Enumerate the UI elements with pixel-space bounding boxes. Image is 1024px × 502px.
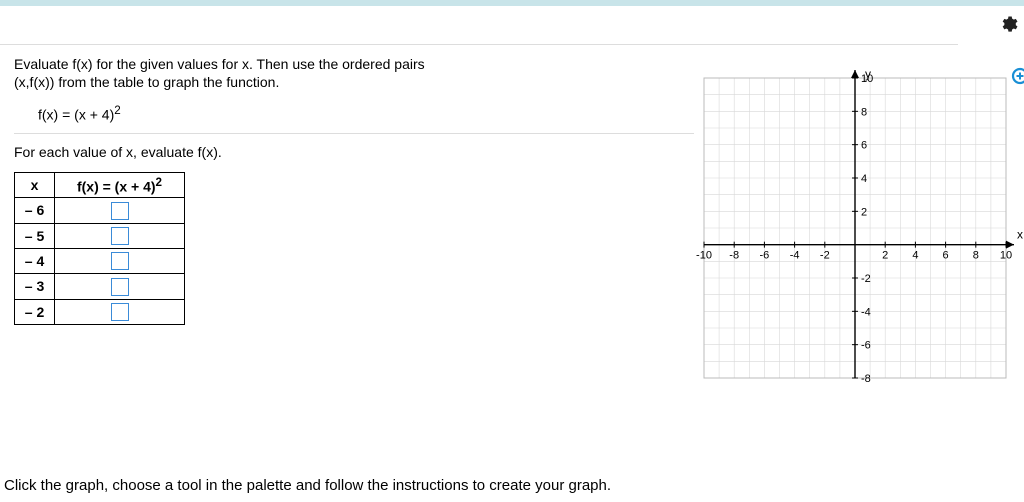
prompt-line-2: (x,f(x)) from the table to graph the fun…	[14, 74, 694, 90]
answer-cell	[55, 198, 185, 223]
answer-cell	[55, 248, 185, 273]
answer-cell	[55, 223, 185, 248]
fx-exp: 2	[156, 176, 162, 189]
table-row: – 5	[15, 223, 185, 248]
svg-text:6: 6	[861, 140, 867, 152]
svg-text:8: 8	[861, 106, 867, 118]
answer-input[interactable]	[111, 227, 129, 245]
svg-text:x: x	[1017, 228, 1023, 242]
zoom-in-icon[interactable]	[1010, 66, 1024, 93]
formula-exp: 2	[114, 104, 120, 117]
table-row: – 4	[15, 248, 185, 273]
svg-text:-6: -6	[861, 340, 871, 352]
svg-text:2: 2	[882, 250, 888, 262]
gear-icon[interactable]	[998, 14, 1018, 37]
svg-text:-2: -2	[861, 273, 871, 285]
svg-text:-10: -10	[696, 250, 712, 262]
x-cell: – 3	[15, 274, 55, 299]
svg-text:-8: -8	[729, 250, 739, 262]
value-table: x f(x) = (x + 4)2 – 6 – 5 – 4 – 3 – 2	[14, 172, 185, 325]
answer-input[interactable]	[111, 202, 129, 220]
answer-cell	[55, 274, 185, 299]
table-row: – 2	[15, 299, 185, 324]
svg-text:8: 8	[973, 250, 979, 262]
svg-text:y: y	[865, 68, 871, 81]
svg-text:10: 10	[1000, 250, 1012, 262]
answer-input[interactable]	[111, 278, 129, 296]
problem-area: Evaluate f(x) for the given values for x…	[14, 56, 694, 325]
graph-canvas[interactable]: -10-8-6-4-2246810-8-6-4-2246810xy	[686, 68, 1024, 388]
prompt-line-1: Evaluate f(x) for the given values for x…	[14, 56, 694, 72]
table-row: – 3	[15, 274, 185, 299]
svg-text:-6: -6	[760, 250, 770, 262]
answer-cell	[55, 299, 185, 324]
svg-text:4: 4	[912, 250, 918, 262]
formula-base: f(x) = (x + 4)	[38, 107, 114, 123]
svg-text:-4: -4	[790, 250, 800, 262]
x-cell: – 2	[15, 299, 55, 324]
footer-instruction: Click the graph, choose a tool in the pa…	[0, 477, 611, 494]
table-header-x: x	[15, 172, 55, 198]
x-cell: – 4	[15, 248, 55, 273]
svg-text:-8: -8	[861, 373, 871, 385]
x-cell: – 5	[15, 223, 55, 248]
svg-text:-4: -4	[861, 306, 871, 318]
svg-text:6: 6	[943, 250, 949, 262]
answer-input[interactable]	[111, 303, 129, 321]
table-row: – 6	[15, 198, 185, 223]
formula: f(x) = (x + 4)2	[38, 104, 694, 123]
svg-text:2: 2	[861, 206, 867, 218]
coordinate-graph[interactable]: -10-8-6-4-2246810-8-6-4-2246810xy	[686, 68, 1024, 408]
x-cell: – 6	[15, 198, 55, 223]
svg-text:-2: -2	[820, 250, 830, 262]
fx-base: f(x) = (x + 4)	[77, 178, 156, 194]
instruction: For each value of x, evaluate f(x).	[14, 144, 694, 160]
table-header-fx: f(x) = (x + 4)2	[55, 172, 185, 198]
svg-text:4: 4	[861, 173, 867, 185]
answer-input[interactable]	[111, 252, 129, 270]
